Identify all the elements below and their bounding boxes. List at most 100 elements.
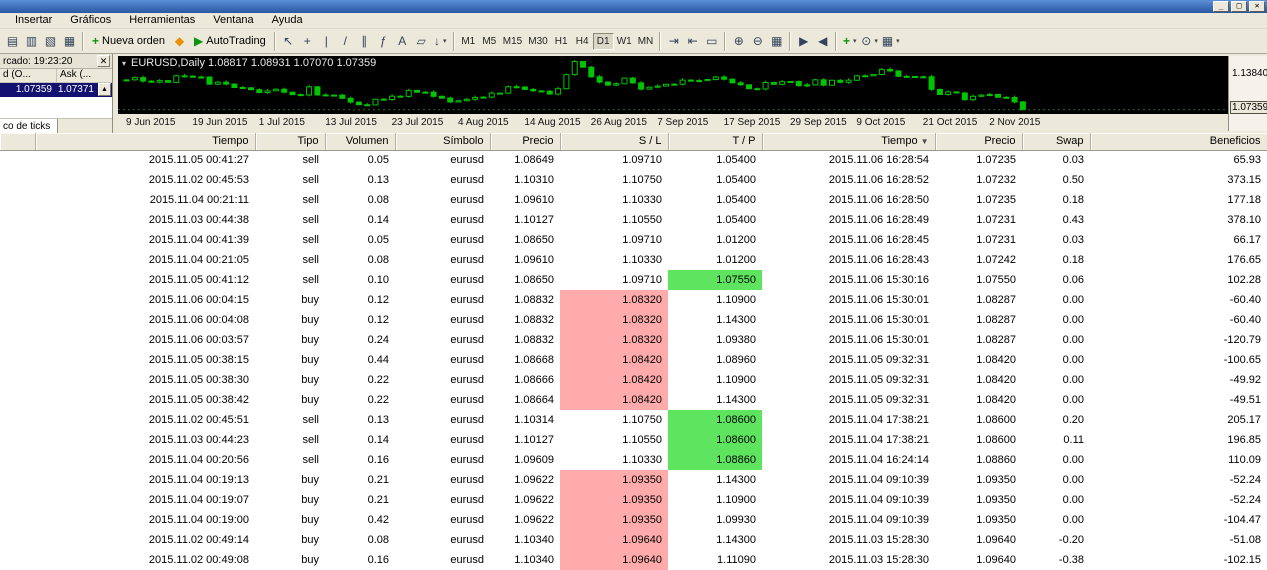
shapes-tool[interactable]: ▱ (412, 31, 431, 51)
tick-chart-tab[interactable]: co de ticks (0, 119, 58, 133)
column-header-precio[interactable]: Precio (490, 133, 560, 150)
chart-properties-button[interactable]: ▭ (702, 31, 721, 51)
table-row[interactable]: 2015.11.06 00:04:08buy0.12eurusd1.088321… (0, 310, 1267, 330)
column-header-swap[interactable]: Swap (1022, 133, 1090, 150)
table-row[interactable]: 2015.11.03 00:44:23sell0.14eurusd1.10127… (0, 430, 1267, 450)
table-row[interactable]: 2015.11.02 00:45:53sell0.13eurusd1.10310… (0, 170, 1267, 190)
table-cell: 1.10340 (490, 530, 560, 550)
chart-back-button[interactable]: ◀ (813, 31, 832, 51)
maximize-button[interactable]: □ (1231, 1, 1247, 12)
timeframe-h1-button[interactable]: H1 (551, 33, 572, 50)
column-header-s-l[interactable]: S / L (560, 133, 668, 150)
column-header-tipo[interactable]: Tipo (255, 133, 325, 150)
timeframe-d1-button[interactable]: D1 (593, 33, 614, 50)
timeframe-m15-button[interactable]: M15 (500, 33, 525, 50)
table-cell: 0.21 (325, 470, 395, 490)
vertical-line-tool[interactable]: | (317, 31, 336, 51)
zoom-in-button[interactable]: ⊕ (729, 31, 748, 51)
text-icon: A (398, 35, 406, 47)
menu-item-herramientas[interactable]: Herramientas (120, 13, 204, 28)
market-watch-titlebar[interactable]: rcado: 19:23:20 ✕ (0, 54, 112, 69)
fibonacci-tool[interactable]: ƒ (374, 31, 393, 51)
table-row[interactable]: 2015.11.02 00:49:14buy0.08eurusd1.103401… (0, 530, 1267, 550)
chart-forward-button[interactable]: ▶ (794, 31, 813, 51)
new-order-button[interactable]: + Nueva orden (87, 31, 170, 51)
channel-tool[interactable]: ∥ (355, 31, 374, 51)
menu-item-graficos[interactable]: Gráficos (61, 13, 120, 28)
arrows-tool[interactable]: ↓▾ (431, 31, 450, 51)
terminal-button[interactable]: ▦ (60, 31, 79, 51)
timeframe-m1-button[interactable]: M1 (458, 33, 479, 50)
table-cell: 0.00 (1022, 450, 1090, 470)
table-row[interactable]: 2015.11.02 00:45:51sell0.13eurusd1.10314… (0, 410, 1267, 430)
market-watch-button[interactable]: ▤ (3, 31, 22, 51)
scroll-up-icon[interactable]: ▲ (98, 83, 111, 96)
table-cell: 1.10900 (668, 490, 762, 510)
auto-scroll-button[interactable]: ⇤ (683, 31, 702, 51)
text-tool[interactable]: A (393, 31, 412, 51)
menu-item-ayuda[interactable]: Ayuda (263, 13, 312, 28)
chart-menu-icon[interactable]: ▾ (122, 59, 126, 68)
new-chart-button[interactable]: +▾ (840, 31, 859, 51)
column-header-t-p[interactable]: T / P (668, 133, 762, 150)
table-row[interactable]: 2015.11.04 00:21:11sell0.08eurusd1.09610… (0, 190, 1267, 210)
timeframe-mn-button[interactable]: MN (635, 33, 657, 50)
table-cell: 0.16 (325, 450, 395, 470)
column-header-precio[interactable]: Precio (935, 133, 1022, 150)
table-row[interactable]: 2015.11.03 00:44:38sell0.14eurusd1.10127… (0, 210, 1267, 230)
trendline-tool[interactable]: / (336, 31, 355, 51)
table-row[interactable]: 2015.11.04 00:41:39sell0.05eurusd1.08650… (0, 230, 1267, 250)
zoom-out-button[interactable]: ⊖ (748, 31, 767, 51)
column-header-simbolo[interactable]: Símbolo (395, 133, 490, 150)
table-row[interactable]: 2015.11.05 00:41:12sell0.10eurusd1.08650… (0, 270, 1267, 290)
ask-column-header[interactable]: Ask (... (57, 69, 112, 82)
symbol-row-selected[interactable]: 1.07359 1.07371 ▲ (0, 83, 112, 97)
market-watch-list-area[interactable] (0, 97, 112, 119)
cursor-tool[interactable]: ↖ (279, 31, 298, 51)
menu-item-ventana[interactable]: Ventana (204, 13, 262, 28)
navigator-button[interactable]: ▧ (41, 31, 60, 51)
column-header-volumen[interactable]: Volumen (325, 133, 395, 150)
ask-price: 1.07371 (55, 83, 96, 97)
price-axis[interactable]: 1.13840 1.07359 (1228, 56, 1267, 131)
table-cell: 0.43 (1022, 210, 1090, 230)
column-header-blank[interactable] (0, 133, 35, 150)
timeframe-w1-button[interactable]: W1 (614, 33, 635, 50)
bid-price: 1.07359 (0, 83, 55, 97)
column-header-tiempo[interactable]: Tiempo (35, 133, 255, 150)
table-row[interactable]: 2015.11.02 00:49:08buy0.16eurusd1.103401… (0, 550, 1267, 570)
chart-shift-button[interactable]: ⇥ (664, 31, 683, 51)
close-button[interactable]: ✕ (1249, 1, 1265, 12)
timeframe-m5-button[interactable]: M5 (479, 33, 500, 50)
table-row[interactable]: 2015.11.06 00:03:57buy0.24eurusd1.088321… (0, 330, 1267, 350)
data-window-button[interactable]: ▥ (22, 31, 41, 51)
table-row[interactable]: 2015.11.05 00:41:27sell0.05eurusd1.08649… (0, 150, 1267, 170)
minimize-button[interactable]: _ (1213, 1, 1229, 12)
date-axis[interactable]: 9 Jun 201519 Jun 20151 Jul 201513 Jul 20… (118, 114, 1228, 131)
timeframe-m30-button[interactable]: M30 (525, 33, 550, 50)
bid-column-header[interactable]: d (O... (0, 69, 57, 82)
metaeditor-button[interactable]: ◆ (170, 31, 189, 51)
menu-item-insertar[interactable]: Insertar (6, 13, 61, 28)
table-row[interactable]: 2015.11.06 00:04:15buy0.12eurusd1.088321… (0, 290, 1267, 310)
table-row[interactable]: 2015.11.04 00:19:07buy0.21eurusd1.096221… (0, 490, 1267, 510)
table-row[interactable]: 2015.11.05 00:38:15buy0.44eurusd1.086681… (0, 350, 1267, 370)
window-titlebar[interactable]: _ □ ✕ (0, 0, 1267, 13)
table-row[interactable]: 2015.11.04 00:20:56sell0.16eurusd1.09609… (0, 450, 1267, 470)
table-row[interactable]: 2015.11.04 00:19:13buy0.21eurusd1.096221… (0, 470, 1267, 490)
tile-windows-button[interactable]: ▦ (767, 31, 786, 51)
timeframe-h4-button[interactable]: H4 (572, 33, 593, 50)
templates-button[interactable]: ▦▾ (880, 31, 902, 51)
table-cell: buy (255, 390, 325, 410)
table-row[interactable]: 2015.11.05 00:38:30buy0.22eurusd1.086661… (0, 370, 1267, 390)
autotrading-button[interactable]: ▶ AutoTrading (189, 31, 271, 51)
periods-button[interactable]: ⊙▾ (859, 31, 880, 51)
table-row[interactable]: 2015.11.04 00:19:00buy0.42eurusd1.096221… (0, 510, 1267, 530)
crosshair-tool[interactable]: + (298, 31, 317, 51)
candlestick-chart[interactable]: ▾ EURUSD,Daily 1.08817 1.08931 1.07070 1… (118, 56, 1228, 114)
column-header-beneficios[interactable]: Beneficios (1090, 133, 1267, 150)
column-header-tiempo[interactable]: Tiempo▼ (762, 133, 935, 150)
table-row[interactable]: 2015.11.04 00:21:05sell0.08eurusd1.09610… (0, 250, 1267, 270)
table-row[interactable]: 2015.11.05 00:38:42buy0.22eurusd1.086641… (0, 390, 1267, 410)
market-watch-close-button[interactable]: ✕ (97, 55, 110, 67)
